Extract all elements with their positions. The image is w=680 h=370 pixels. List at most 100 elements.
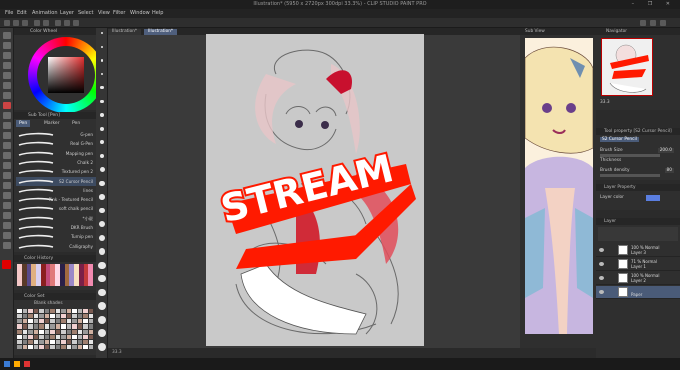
- transform-icon[interactable]: [64, 20, 70, 26]
- layer-controls[interactable]: [598, 227, 678, 241]
- save-icon[interactable]: [22, 20, 28, 26]
- menu-edit[interactable]: Edit: [17, 10, 27, 16]
- brush-item[interactable]: S2 Cursor Pencil: [16, 176, 96, 186]
- correct-line-tool-icon[interactable]: [3, 242, 11, 249]
- color-set-grid[interactable]: [17, 309, 93, 349]
- eye-icon[interactable]: [599, 248, 604, 252]
- canvas-tab-2[interactable]: Illustration*: [144, 29, 178, 35]
- brush-size-preset[interactable]: [98, 288, 106, 297]
- layer-color-swatch[interactable]: [646, 195, 660, 201]
- tab-pen[interactable]: Pen: [16, 120, 31, 127]
- menu-layer[interactable]: Layer: [60, 10, 74, 16]
- balloon-tool-icon[interactable]: [3, 232, 11, 239]
- eraser-tool-icon[interactable]: [3, 152, 11, 159]
- brush-size-preset[interactable]: [98, 248, 106, 255]
- layer-row[interactable]: 100 % Normal Layer 3: [596, 244, 680, 257]
- fill-tool-icon[interactable]: [3, 172, 11, 179]
- pencil-tool-icon[interactable]: [3, 112, 11, 119]
- blend-tool-icon[interactable]: [3, 162, 11, 169]
- brush-density-value[interactable]: 80: [664, 168, 674, 173]
- brush-item[interactable]: Turnip pen: [16, 232, 96, 241]
- undo-icon[interactable]: [34, 20, 40, 26]
- window-controls[interactable]: – ❐ ✕: [632, 1, 676, 7]
- brush-size-preset[interactable]: [98, 275, 106, 283]
- clear-icon[interactable]: [55, 20, 61, 26]
- browser-icon[interactable]: [24, 361, 30, 367]
- brush-size-preset[interactable]: [100, 45, 104, 48]
- brush-size-preset[interactable]: [98, 342, 106, 351]
- explorer-icon[interactable]: [14, 361, 20, 367]
- new-file-icon[interactable]: [4, 20, 10, 26]
- brush-size-preset[interactable]: [99, 126, 105, 131]
- menu-view[interactable]: View: [98, 10, 110, 16]
- main-color-icon[interactable]: [2, 260, 11, 269]
- layer-row[interactable]: Paper: [596, 286, 680, 299]
- menu-select[interactable]: Select: [78, 10, 93, 16]
- brush-item[interactable]: Mapping pen: [16, 149, 96, 158]
- text-tool-icon[interactable]: [3, 222, 11, 229]
- brush-size-preset[interactable]: [98, 329, 106, 337]
- deselect-icon[interactable]: [73, 20, 79, 26]
- brush-item[interactable]: soft chalk pencil: [16, 204, 96, 213]
- layer-row[interactable]: 100 % Normal Layer 2: [596, 272, 680, 285]
- help-icon[interactable]: [650, 20, 656, 26]
- tab-pen-2[interactable]: Pen: [72, 120, 80, 127]
- brush-size-preset[interactable]: [100, 86, 104, 90]
- color-history-grid[interactable]: [17, 264, 93, 286]
- decoration-tool-icon[interactable]: [3, 142, 11, 149]
- zoom-tool-icon[interactable]: [3, 32, 11, 39]
- brush-item[interactable]: Real G-Pen: [16, 139, 96, 148]
- layer-row[interactable]: 71 % Normal Layer 1: [596, 258, 680, 271]
- color-set-name[interactable]: Blank shades: [34, 301, 63, 306]
- operation-tool-icon[interactable]: [3, 52, 11, 59]
- brush-item[interactable]: Pink - Textured Pencil: [16, 195, 96, 204]
- eye-icon[interactable]: [599, 290, 604, 294]
- redo-icon[interactable]: [43, 20, 49, 26]
- brush-density-slider[interactable]: [600, 174, 660, 177]
- brush-tool-icon[interactable]: [3, 122, 11, 129]
- brush-item[interactable]: G-pen: [16, 130, 96, 139]
- settings-icon[interactable]: [640, 20, 646, 26]
- brush-size-preset[interactable]: [99, 140, 105, 145]
- brush-size-preset[interactable]: [99, 194, 105, 200]
- assets-icon[interactable]: [660, 20, 666, 26]
- brush-size-preset[interactable]: [98, 234, 106, 241]
- navigator-zoom[interactable]: 33.3: [600, 100, 610, 105]
- airbrush-tool-icon[interactable]: [3, 132, 11, 139]
- canvas-tab-1[interactable]: Illustration*: [108, 29, 142, 35]
- brush-item[interactable]: lines: [16, 186, 96, 195]
- eye-icon[interactable]: [599, 262, 604, 266]
- brush-item[interactable]: Textured pen 2: [16, 167, 96, 176]
- saturation-value-square[interactable]: [48, 57, 84, 93]
- tool-preset-name[interactable]: S2 Cursor Pencil: [600, 137, 639, 142]
- menu-file[interactable]: File: [5, 10, 13, 16]
- drawing-canvas[interactable]: STREAM: [206, 34, 424, 346]
- brush-size-preset[interactable]: [99, 153, 105, 159]
- auto-select-tool-icon[interactable]: [3, 82, 11, 89]
- navigator-thumbnail[interactable]: [601, 38, 653, 96]
- move-layer-tool-icon[interactable]: [3, 62, 11, 69]
- hue-ring[interactable]: [28, 37, 104, 113]
- menu-filter[interactable]: Filter: [113, 10, 125, 16]
- brush-size-preset[interactable]: [98, 261, 106, 269]
- brush-size-preset[interactable]: [99, 180, 105, 186]
- brush-size-preset[interactable]: [98, 221, 106, 228]
- gradient-tool-icon[interactable]: [3, 182, 11, 189]
- selection-tool-icon[interactable]: [3, 72, 11, 79]
- ruler-tool-icon[interactable]: [3, 212, 11, 219]
- eye-icon[interactable]: [599, 276, 604, 280]
- brush-size-preset[interactable]: [100, 113, 104, 117]
- brush-size-preset[interactable]: [101, 32, 103, 34]
- figure-tool-icon[interactable]: [3, 192, 11, 199]
- move-tool-icon[interactable]: [3, 42, 11, 49]
- reference-image[interactable]: [525, 38, 593, 334]
- start-icon[interactable]: [4, 361, 10, 367]
- menu-animation[interactable]: Animation: [32, 10, 58, 16]
- brush-item[interactable]: Chalk 2: [16, 158, 96, 167]
- brush-size-preset[interactable]: [99, 167, 105, 172]
- brush-size-preset[interactable]: [100, 59, 104, 62]
- brush-size-preset[interactable]: [100, 99, 104, 103]
- menu-help[interactable]: Help: [152, 10, 163, 16]
- tab-marker[interactable]: Marker: [44, 120, 60, 127]
- brush-size-slider[interactable]: [600, 154, 660, 157]
